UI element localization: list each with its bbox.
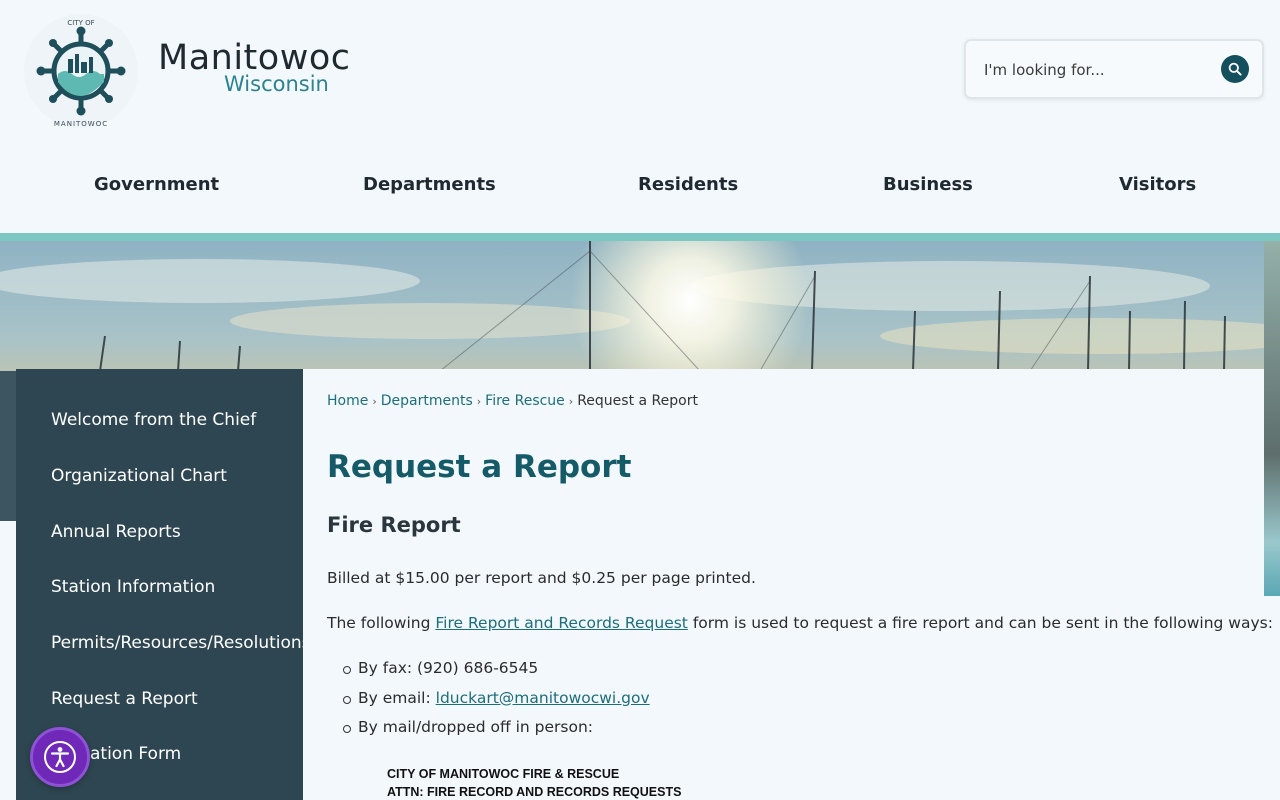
fire-report-request-link[interactable]: Fire Report and Records Request [435, 614, 688, 632]
nav-item-government[interactable]: Government [94, 174, 219, 195]
breadcrumb: Home › Departments › Fire Rescue › Request a R… [327, 393, 698, 409]
search-box [964, 39, 1264, 99]
nav-item-business[interactable]: Business [883, 174, 973, 195]
main-content: Home › Departments › Fire Rescue › Request a R… [303, 369, 1273, 800]
address-line: CITY OF MANITOWOC FIRE & RESCUE [387, 767, 620, 781]
breadcrumb-separator: › [568, 395, 574, 408]
sidebar-item-request-report[interactable]: Request a Report [51, 689, 198, 709]
site-header: CITY OF MANITOWOC Manitowoc Wisconsin Go… [0, 0, 1280, 233]
email-label: By email: [358, 688, 436, 707]
mailing-address: CITY OF MANITOWOC FIRE & RESCUE ATTN: FI… [387, 765, 681, 800]
address-line: ATTN: FIRE RECORD AND RECORDS REQUESTS [387, 785, 682, 799]
main-nav: Government Departments Residents Busines… [0, 160, 1280, 210]
email-link[interactable]: lduckart@manitowocwi.gov [436, 689, 650, 707]
sidebar-item-station-information[interactable]: Station Information [51, 577, 215, 597]
breadcrumb-departments[interactable]: Departments [381, 393, 473, 409]
sidebar-item-organizational-chart[interactable]: Organizational Chart [51, 466, 227, 486]
breadcrumb-separator: › [476, 395, 482, 408]
nav-item-departments[interactable]: Departments [363, 174, 496, 195]
breadcrumb-fire-rescue[interactable]: Fire Rescue [485, 393, 565, 409]
accent-divider [0, 233, 1280, 241]
accessibility-button[interactable] [30, 727, 90, 787]
search-input[interactable] [984, 59, 1204, 81]
banner-edge [1264, 241, 1280, 596]
svg-text:MANITOWOC: MANITOWOC [54, 120, 108, 128]
breadcrumb-home[interactable]: Home [327, 393, 368, 409]
intro-text: The following [327, 614, 436, 632]
sidebar-item-application-form[interactable]: ation Form [90, 744, 181, 764]
search-icon [1228, 62, 1242, 76]
site-brand[interactable]: Manitowoc Wisconsin [158, 38, 350, 96]
list-item-mail: By mail/dropped off in person: [327, 718, 650, 748]
intro-paragraph: The following Fire Report and Records Re… [327, 614, 1273, 632]
breadcrumb-current: Request a Report [577, 393, 698, 409]
sidebar-item-annual-reports[interactable]: Annual Reports [51, 522, 181, 542]
section-heading: Fire Report [327, 513, 461, 537]
brand-state: Wisconsin [224, 72, 329, 96]
breadcrumb-separator: › [372, 395, 377, 408]
sidebar-item-permits-resources[interactable]: Permits/Resources/Resolutions [51, 633, 303, 653]
accessibility-icon [44, 741, 76, 773]
search-button[interactable] [1221, 55, 1249, 83]
nav-item-visitors[interactable]: Visitors [1119, 174, 1196, 195]
list-item-fax: By fax: (920) 686-6545 [327, 659, 650, 689]
billing-text: Billed at $15.00 per report and $0.25 pe… [327, 569, 756, 587]
intro-text-end: form is used to request a fire report an… [687, 614, 1273, 632]
svg-text:CITY OF: CITY OF [67, 19, 94, 27]
nav-item-residents[interactable]: Residents [638, 174, 738, 195]
page-title: Request a Report [327, 449, 632, 485]
submission-methods-list: By fax: (920) 686-6545 By email: lduckar… [327, 659, 650, 748]
city-seal-logo[interactable]: CITY OF MANITOWOC [20, 12, 142, 130]
sidebar-item-welcome-chief[interactable]: Welcome from the Chief [51, 410, 256, 430]
list-item-email: By email: lduckart@manitowocwi.gov [327, 689, 650, 719]
